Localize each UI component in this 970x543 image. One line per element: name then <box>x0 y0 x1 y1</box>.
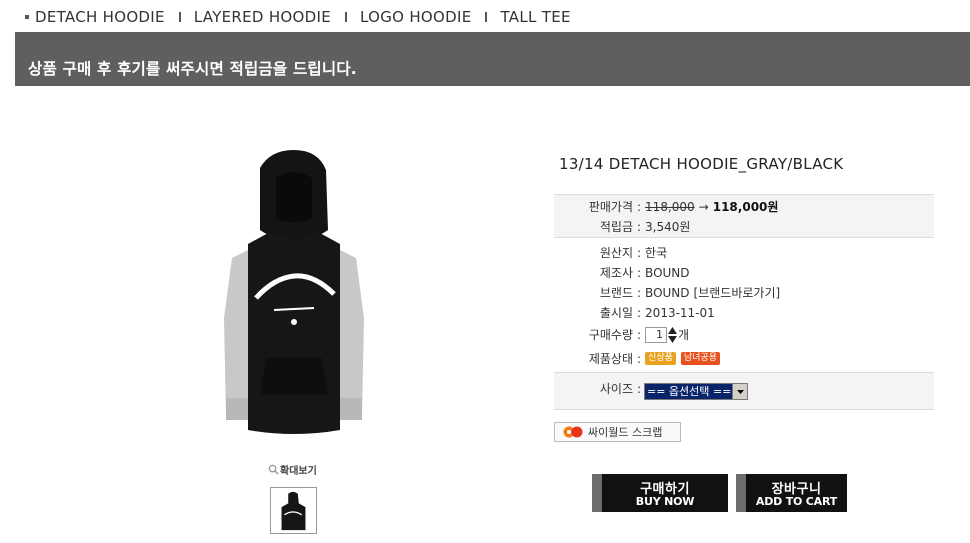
product-image[interactable] <box>214 148 374 448</box>
price-row: 판매가격 : 118,000 → 118,000원 <box>554 198 779 215</box>
brand-shortcut-link[interactable]: [브랜드바로가기] <box>694 284 781 301</box>
nav-separator <box>345 12 347 22</box>
cyworld-scrap-button[interactable]: 싸이월드 스크랩 <box>554 422 681 442</box>
sale-price: 118,000원 <box>712 200 779 214</box>
cart-button-stripe <box>736 474 746 512</box>
price-label: 판매가격 <box>588 200 633 214</box>
buy-now-button[interactable]: 구매하기 BUY NOW <box>592 474 728 512</box>
quantity-unit: 개 <box>678 328 690 342</box>
origin-label: 원산지 <box>599 246 633 260</box>
nav-separator <box>178 12 181 22</box>
new-product-badge: 신상품 <box>645 352 676 365</box>
scrap-label: 싸이월드 스크랩 <box>588 426 663 439</box>
quantity-stepper[interactable] <box>668 326 678 343</box>
release-value: 2013-11-01 <box>645 305 715 320</box>
quantity-row: 구매수량 : 1 개 <box>554 326 689 343</box>
status-label: 제품상태 <box>588 352 633 366</box>
nav-separator <box>485 12 488 22</box>
origin-value: 한국 <box>645 246 668 260</box>
nav-bullet-icon <box>25 15 29 19</box>
nav-item-layered-hoodie[interactable]: LAYERED HOODIE <box>194 8 331 26</box>
banner-message: 상품 구매 후 후기를 써주시면 적립금을 드립니다. <box>28 60 357 78</box>
points-label: 적립금 <box>599 220 633 234</box>
points-value: 3,540원 <box>645 220 691 234</box>
review-banner: 상품 구매 후 후기를 써주시면 적립금을 드립니다. <box>15 32 970 86</box>
nav-item-tall-tee[interactable]: TALL TEE <box>500 8 570 26</box>
original-price: 118,000 <box>645 199 695 214</box>
product-title: 13/14 DETACH HOODIE_GRAY/BLACK <box>559 155 844 173</box>
nav-item-detach-hoodie[interactable]: DETACH HOODIE <box>35 8 165 26</box>
origin-row: 원산지 : 한국 <box>554 244 667 261</box>
buy-now-label-en: BUY NOW <box>635 495 695 508</box>
zoom-label: 확대보기 <box>280 466 317 477</box>
size-row: 사이즈 : <box>554 380 645 397</box>
size-select-value: == 옵션선택 == <box>647 385 732 398</box>
arrow-up-icon[interactable] <box>668 326 678 334</box>
maker-value: BOUND <box>645 265 690 280</box>
size-select[interactable]: == 옵션선택 == <box>644 383 748 400</box>
add-to-cart-label-en: ADD TO CART <box>755 495 838 508</box>
add-to-cart-button[interactable]: 장바구니 ADD TO CART <box>736 474 847 512</box>
release-label: 출시일 <box>599 306 633 320</box>
zoom-button[interactable]: 확대보기 <box>268 462 317 477</box>
nav-item-logo-hoodie[interactable]: LOGO HOODIE <box>360 8 471 26</box>
dropdown-arrow-icon[interactable] <box>732 384 747 399</box>
buy-button-stripe <box>592 474 602 512</box>
product-thumbnail[interactable] <box>270 487 317 534</box>
maker-row: 제조사 : BOUND <box>554 264 690 281</box>
quantity-label: 구매수량 <box>588 328 633 342</box>
status-row: 제품상태 : 신상품 남녀공용 <box>554 350 725 367</box>
brand-value: BOUND <box>645 285 690 300</box>
unisex-badge: 남녀공용 <box>680 352 721 365</box>
price-arrow: → <box>698 199 709 214</box>
arrow-down-icon[interactable] <box>668 335 678 343</box>
release-row: 출시일 : 2013-11-01 <box>554 304 715 321</box>
points-row: 적립금 : 3,540원 <box>554 218 691 235</box>
size-label: 사이즈 <box>599 382 633 396</box>
category-nav: DETACH HOODIE LAYERED HOODIE LOGO HOODIE… <box>25 6 571 28</box>
quantity-input[interactable]: 1 <box>645 326 668 343</box>
brand-label: 브랜드 <box>599 286 633 300</box>
magnifier-icon <box>268 464 279 475</box>
cyworld-icon <box>563 426 583 438</box>
brand-row: 브랜드 : BOUND [브랜드바로가기] <box>554 284 780 301</box>
maker-label: 제조사 <box>599 266 633 280</box>
